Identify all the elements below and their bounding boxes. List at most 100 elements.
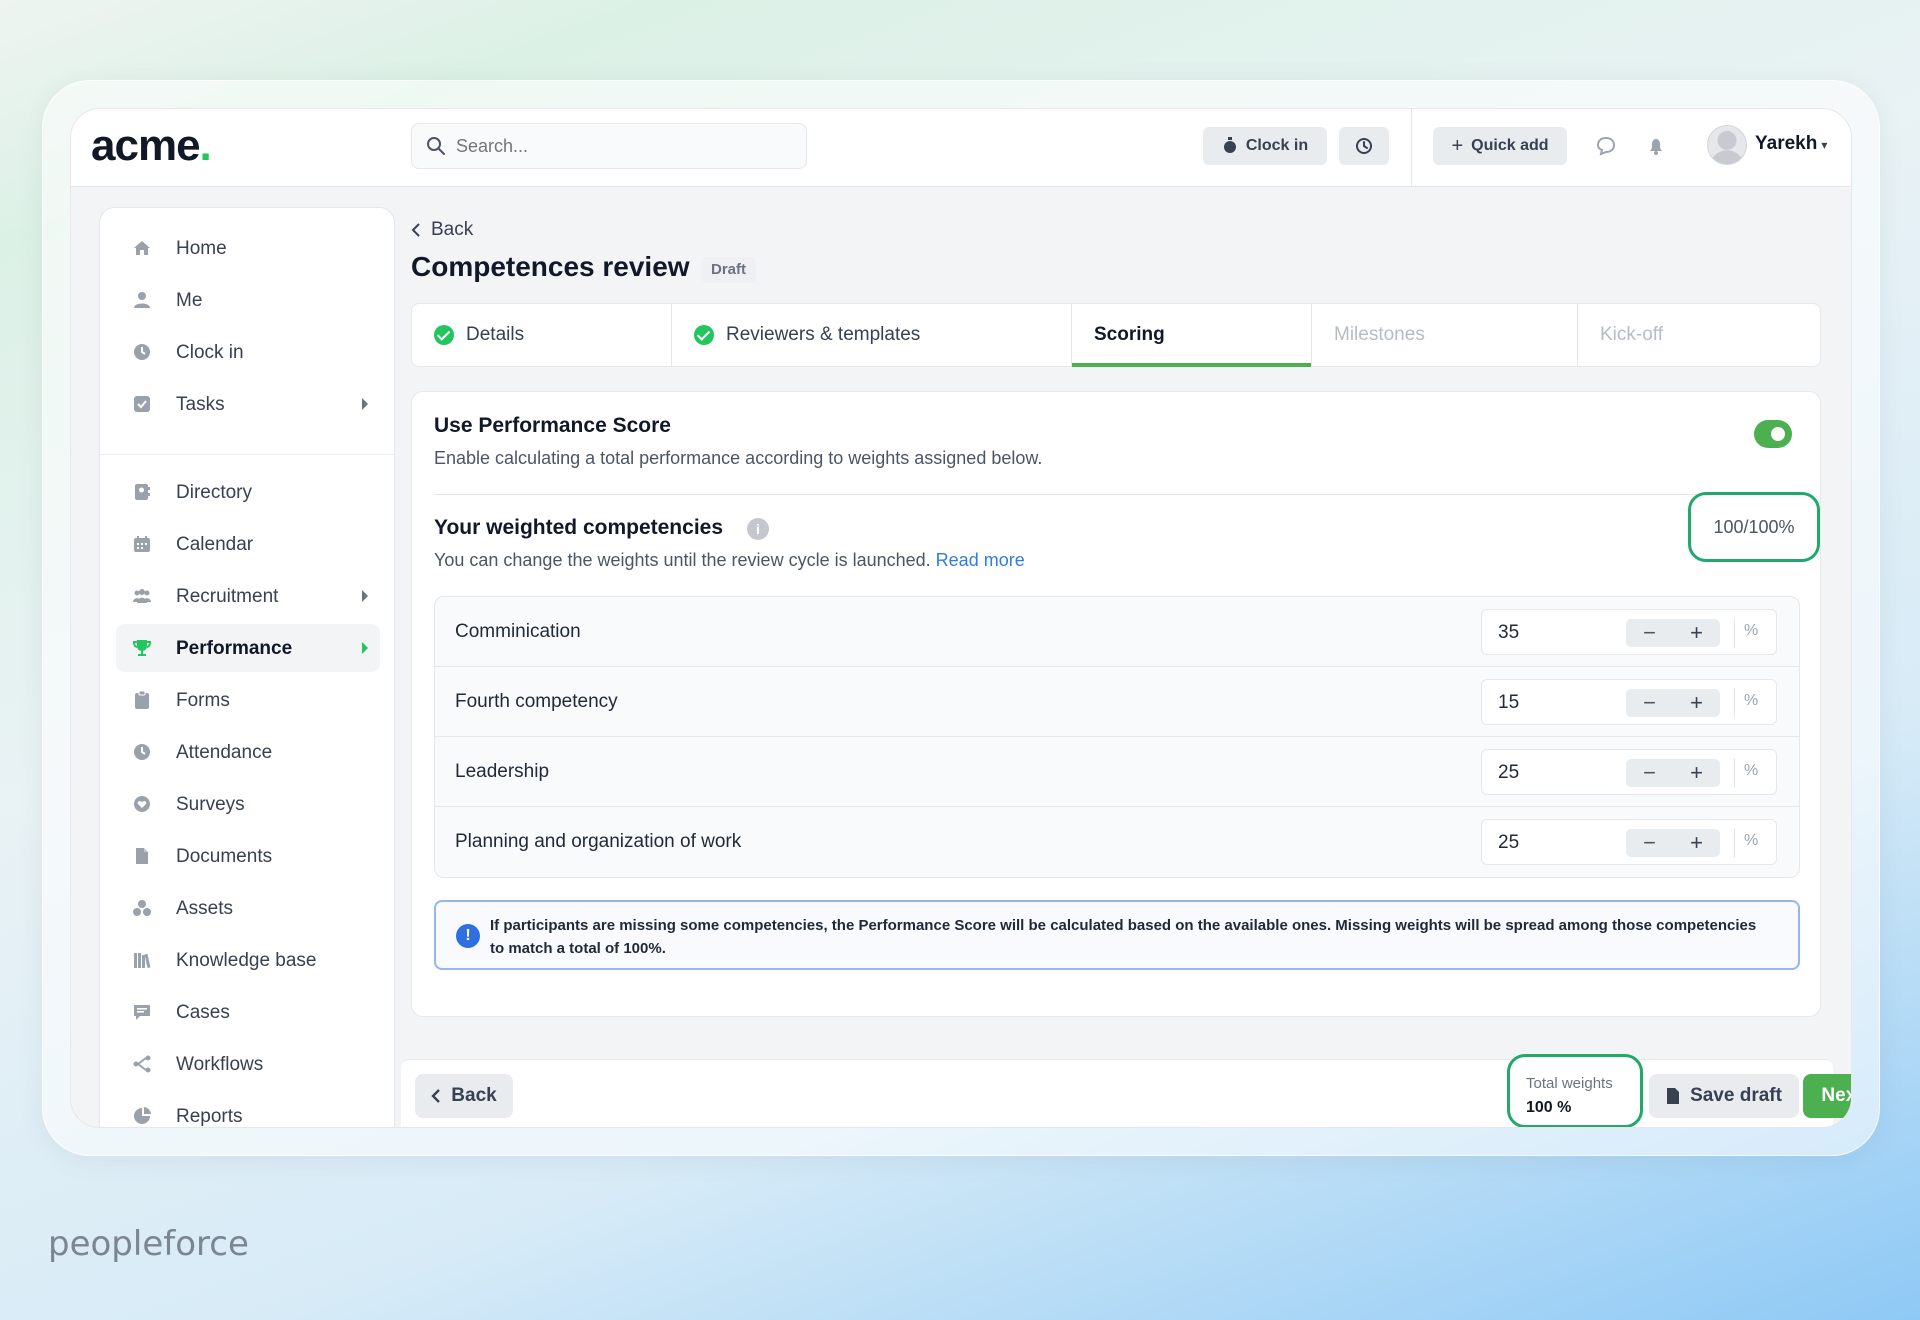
plus-icon[interactable]: + — [1673, 829, 1720, 857]
plus-icon[interactable]: + — [1673, 619, 1720, 647]
weight-stepper[interactable]: 25 − + % — [1481, 819, 1777, 865]
minus-icon[interactable]: − — [1626, 689, 1673, 717]
minus-icon[interactable]: − — [1626, 759, 1673, 787]
back-link[interactable]: Back — [411, 219, 473, 241]
calendar-icon — [134, 536, 150, 552]
info-icon[interactable]: i — [747, 518, 769, 540]
minus-icon[interactable]: − — [1626, 619, 1673, 647]
use-score-description: Enable calculating a total performance a… — [434, 448, 1043, 468]
sidebar-item-tasks[interactable]: Tasks — [116, 380, 380, 428]
chevron-right-icon — [362, 398, 368, 410]
main-content: Back Competences review Draft Details Re… — [411, 207, 1831, 1127]
sidebar-item-me[interactable]: Me — [116, 276, 380, 324]
home-icon — [134, 241, 150, 255]
table-row: Fourth competency 15 − + % — [435, 667, 1799, 737]
percent-unit: % — [1744, 762, 1759, 779]
clock-in-button[interactable]: Clock in — [1203, 127, 1327, 165]
sidebar-item-workflows[interactable]: Workflows — [116, 1040, 380, 1088]
plus-icon: + — [1451, 134, 1464, 157]
use-score-toggle[interactable] — [1754, 420, 1792, 448]
stepper-separator — [1734, 618, 1735, 648]
heart-icon — [134, 796, 150, 812]
avatar[interactable] — [1707, 125, 1747, 165]
page-title: Competences review — [411, 251, 690, 282]
chevron-down-icon: ▾ — [1821, 138, 1828, 152]
weight-stepper[interactable]: 15 − + % — [1481, 679, 1777, 725]
search-input[interactable] — [456, 124, 796, 168]
user-menu[interactable]: Yarekh ▾ — [1755, 133, 1827, 155]
books-icon — [134, 953, 151, 969]
clipboard-icon — [135, 690, 149, 709]
read-more-link[interactable]: Read more — [936, 550, 1025, 570]
minus-icon[interactable]: − — [1626, 829, 1673, 857]
quick-add-button[interactable]: + Quick add — [1433, 127, 1567, 165]
tab-scoring[interactable]: Scoring — [1072, 304, 1312, 367]
table-row: Planning and organization of work 25 − +… — [435, 807, 1799, 877]
sidebar-item-assets[interactable]: Assets — [116, 884, 380, 932]
time-history-button[interactable] — [1339, 127, 1389, 165]
stepper-separator — [1734, 828, 1735, 858]
total-weights-label: Total weights — [1526, 1075, 1613, 1092]
stopwatch-icon — [1223, 137, 1236, 153]
weight-stepper[interactable]: 35 − + % — [1481, 609, 1777, 655]
sidebar-item-home[interactable]: Home — [116, 224, 380, 272]
sidebar-item-calendar[interactable]: Calendar — [116, 520, 380, 568]
tab-reviewers-templates[interactable]: Reviewers & templates — [672, 304, 1072, 366]
document-icon — [136, 848, 148, 864]
plus-icon[interactable]: + — [1673, 689, 1720, 717]
save-draft-button[interactable]: Save draft — [1649, 1074, 1799, 1118]
back-button[interactable]: Back — [415, 1074, 513, 1118]
next-button[interactable]: Next — [1803, 1074, 1851, 1118]
use-score-title: Use Performance Score — [434, 414, 671, 437]
sidebar-item-documents[interactable]: Documents — [116, 832, 380, 880]
weight-value[interactable]: 25 — [1498, 762, 1519, 784]
toggle-knob — [1768, 424, 1788, 444]
chat-icon[interactable] — [1595, 135, 1617, 157]
sidebar-item-surveys[interactable]: Surveys — [116, 780, 380, 828]
weight-stepper[interactable]: 25 − + % — [1481, 749, 1777, 795]
weight-value[interactable]: 15 — [1498, 692, 1519, 714]
checkbox-icon — [134, 396, 150, 412]
workflow-icon — [133, 1055, 151, 1073]
app-logo[interactable]: acme. — [91, 121, 212, 171]
check-circle-icon — [694, 325, 714, 345]
sidebar-item-performance[interactable]: Performance — [116, 624, 380, 672]
bell-icon[interactable] — [1645, 135, 1667, 157]
total-weights-value: 100 % — [1526, 1099, 1572, 1116]
stepper-buttons: − + — [1626, 689, 1720, 717]
sidebar-item-attendance[interactable]: Attendance — [116, 728, 380, 776]
sidebar: Home Me Clock in Tasks Directory Calenda… — [99, 207, 396, 1127]
plus-icon[interactable]: + — [1673, 759, 1720, 787]
chevron-right-icon — [362, 590, 368, 602]
sidebar-item-clock-in[interactable]: Clock in — [116, 328, 380, 376]
search-box[interactable] — [411, 123, 807, 169]
sidebar-item-reports[interactable]: Reports — [116, 1092, 380, 1127]
sidebar-item-cases[interactable]: Cases — [116, 988, 380, 1036]
percent-unit: % — [1744, 692, 1759, 709]
exclamation-icon: ! — [456, 924, 480, 948]
competency-table: Comminication 35 − + % Fourth competency — [434, 596, 1800, 878]
info-notice: ! If participants are missing some compe… — [434, 900, 1800, 970]
chevron-left-icon — [431, 1089, 441, 1103]
stepper-separator — [1734, 688, 1735, 718]
tab-kick-off[interactable]: Kick-off — [1578, 304, 1820, 366]
weight-value[interactable]: 35 — [1498, 622, 1519, 644]
weighted-competencies-title: Your weighted competencies — [434, 516, 724, 539]
weight-value[interactable]: 25 — [1498, 832, 1519, 854]
sidebar-item-knowledge-base[interactable]: Knowledge base — [116, 936, 380, 984]
wizard-footer: Back Total weights 100 % Save draft Next — [401, 1054, 1851, 1127]
competency-name: Fourth competency — [455, 691, 618, 712]
weighted-competencies-description: You can change the weights until the rev… — [434, 550, 1025, 570]
competency-name: Comminication — [455, 621, 581, 642]
chat-icon — [134, 1005, 150, 1020]
clock-icon — [134, 344, 150, 360]
tab-details[interactable]: Details — [412, 304, 672, 366]
sidebar-item-directory[interactable]: Directory — [116, 468, 380, 516]
tab-milestones[interactable]: Milestones — [1312, 304, 1578, 366]
user-icon — [134, 292, 150, 308]
pie-icon — [134, 1107, 151, 1124]
top-bar-separator — [1411, 109, 1412, 187]
sidebar-item-forms[interactable]: Forms — [116, 676, 380, 724]
scoring-card: Use Performance Score Enable calculating… — [411, 391, 1821, 1017]
sidebar-item-recruitment[interactable]: Recruitment — [116, 572, 380, 620]
